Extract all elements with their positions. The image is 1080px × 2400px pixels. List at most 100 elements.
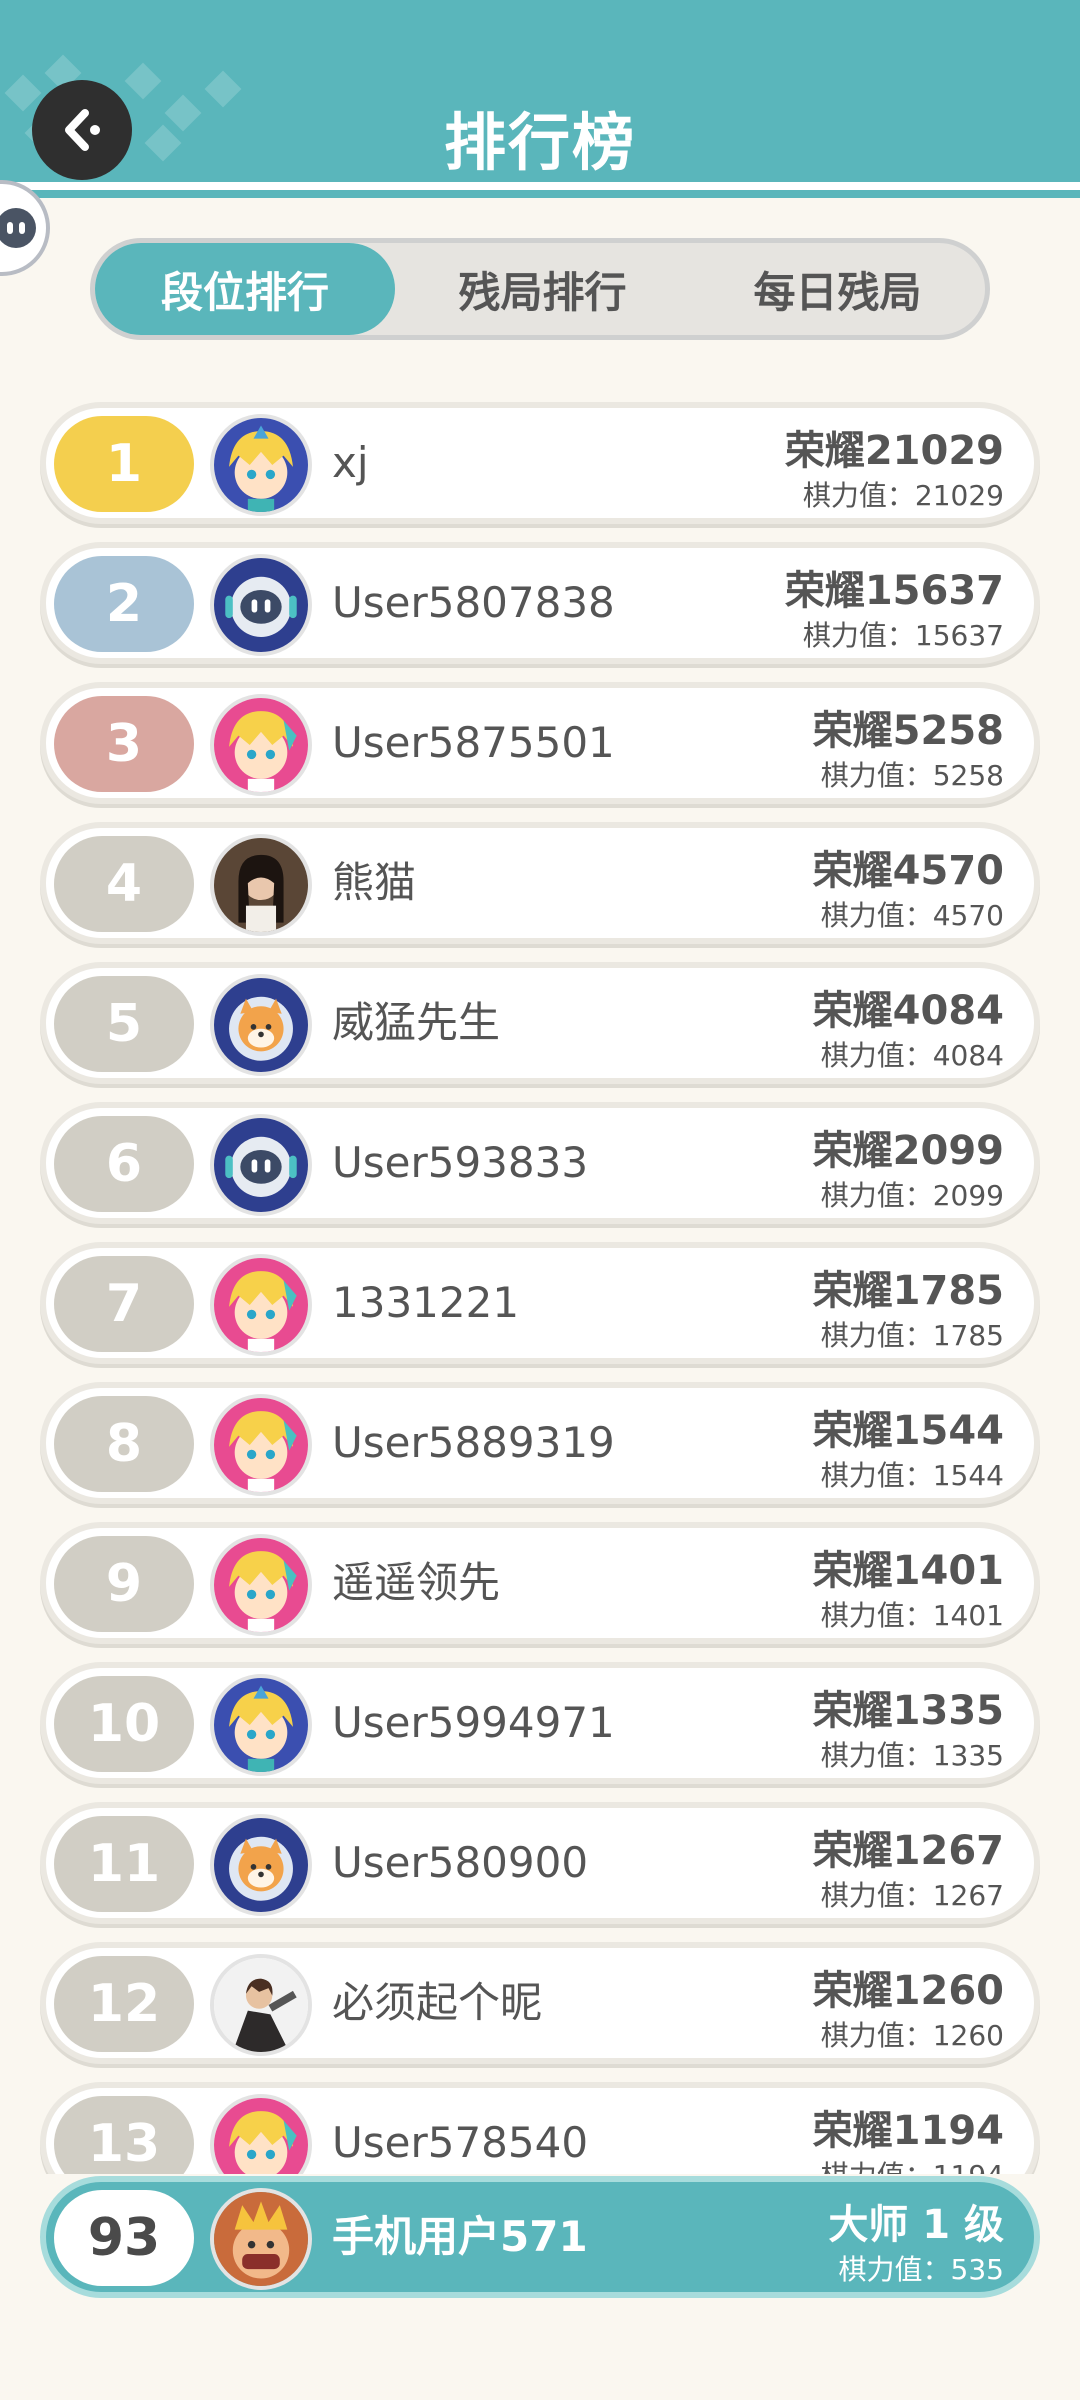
username: xj [332, 438, 369, 487]
username: 必须起个昵 [332, 1978, 543, 2027]
chess-power-value: 棋力值：1194 [821, 2154, 1004, 2174]
chess-power-value: 棋力值：1267 [820, 1879, 1004, 1912]
leaderboard-row[interactable]: 8 User5889319 荣耀1544 棋力值：1544 [40, 1382, 1040, 1504]
username: User580900 [332, 1838, 589, 1887]
username: 1331221 [332, 1278, 520, 1327]
blonde-girl-blue-avatar-icon [214, 418, 308, 512]
page-title: 排行榜 [443, 106, 636, 179]
leaderboard-row[interactable]: 6 User593833 荣耀2099 棋力值：2099 [40, 1102, 1040, 1224]
user-avatar[interactable] [210, 1534, 312, 1636]
leaderboard-row[interactable]: 11 User580900 荣耀1267 棋力值：1267 [40, 1802, 1040, 1924]
shiba-dog-avatar-icon [214, 1818, 308, 1912]
honor-score: 荣耀1401 [812, 1548, 1004, 1594]
username: User5889319 [332, 1418, 615, 1467]
honor-score: 荣耀15637 [784, 568, 1004, 614]
blonde-girl-pink-avatar-icon [214, 2098, 308, 2174]
leaderboard-row[interactable]: 9 遥遥领先 荣耀1401 棋力值：1401 [40, 1522, 1040, 1644]
leaderboard-row[interactable]: 7 1331221 荣耀1785 棋力值：1785 [40, 1242, 1040, 1364]
rank-badge: 13 [54, 2096, 194, 2174]
rank-badge: 1 [54, 416, 194, 512]
rank-badge: 12 [54, 1956, 194, 2052]
chess-power-value: 棋力值：4570 [820, 899, 1004, 932]
honor-score: 荣耀4084 [812, 988, 1004, 1034]
user-avatar[interactable] [210, 2094, 312, 2174]
chess-power-value: 棋力值：15637 [802, 619, 1004, 652]
leaderboard-row[interactable]: 3 User5875501 荣耀5258 棋力值：5258 [40, 682, 1040, 804]
user-avatar[interactable] [210, 974, 312, 1076]
chess-power-value: 棋力值：21029 [802, 479, 1004, 512]
username: 遥遥领先 [332, 1558, 501, 1607]
rank-badge: 2 [54, 556, 194, 652]
header-divider-accent [0, 190, 1080, 198]
leaderboard-row[interactable]: 13 User578540 荣耀1194棋力值：1194 [40, 2082, 1040, 2174]
rank-badge: 4 [54, 836, 194, 932]
user-avatar[interactable] [210, 554, 312, 656]
tab-endgame-ranking[interactable]: 残局排行 [395, 243, 690, 335]
rank-badge: 3 [54, 696, 194, 792]
rank-badge: 10 [54, 1676, 194, 1772]
leaderboard-row[interactable]: 5 威猛先生 荣耀4084 棋力值：4084 [40, 962, 1040, 1084]
honor-score: 荣耀5258 [812, 708, 1004, 754]
robot-avatar-icon [214, 1118, 308, 1212]
rank-badge: 6 [54, 1116, 194, 1212]
assistant-face-icon [0, 208, 36, 248]
chess-power-value: 棋力值：1401 [820, 1599, 1004, 1632]
anime-character-avatar-icon [214, 1958, 308, 2052]
username: User578540 [332, 2118, 589, 2167]
photo-avatar-icon [214, 838, 308, 932]
rank-badge: 5 [54, 976, 194, 1072]
user-avatar[interactable] [210, 1114, 312, 1216]
tab-daily-endgame[interactable]: 每日残局 [690, 243, 985, 335]
honor-score: 荣耀4570 [812, 848, 1004, 894]
my-rank-bar[interactable]: 93 手机用户571 大师 1 级 棋力值：535 [40, 2176, 1040, 2298]
chess-power-value: 棋力值：2099 [820, 1179, 1004, 1212]
user-avatar[interactable] [210, 1814, 312, 1916]
chess-power-value: 棋力值：1335 [820, 1739, 1004, 1772]
tab-bar: 段位排行 残局排行 每日残局 [90, 238, 990, 340]
honor-score: 荣耀1267 [812, 1828, 1004, 1874]
username: User593833 [332, 1138, 589, 1187]
chess-power-value: 棋力值：5258 [820, 759, 1004, 792]
chess-power-value: 棋力值：4084 [820, 1039, 1004, 1072]
leaderboard-row[interactable]: 4 熊猫 荣耀4570 棋力值：4570 [40, 822, 1040, 944]
rank-badge: 7 [54, 1256, 194, 1352]
chess-power-value: 棋力值：1260 [820, 2019, 1004, 2052]
username: User5875501 [332, 718, 615, 767]
blonde-girl-pink-avatar-icon [214, 1398, 308, 1492]
shiba-dog-avatar-icon [214, 978, 308, 1072]
tab-rank-by-tier[interactable]: 段位排行 [95, 243, 395, 335]
my-username: 手机用户571 [332, 2212, 588, 2261]
my-rank-number: 93 [54, 2190, 194, 2286]
user-avatar[interactable] [210, 1254, 312, 1356]
honor-score: 荣耀21029 [784, 428, 1004, 474]
rank-badge: 9 [54, 1536, 194, 1632]
user-avatar[interactable] [210, 694, 312, 796]
user-avatar[interactable] [210, 1394, 312, 1496]
king-avatar-icon [214, 2192, 308, 2286]
header-divider [0, 182, 1080, 190]
chess-power-value: 棋力值：1544 [820, 1459, 1004, 1492]
blonde-girl-pink-avatar-icon [214, 698, 308, 792]
back-arrow-icon [65, 109, 100, 151]
user-avatar[interactable] [210, 414, 312, 516]
leaderboard-row[interactable]: 1 xj 荣耀21029 棋力值：21029 [40, 402, 1040, 524]
honor-score: 荣耀1335 [812, 1688, 1004, 1734]
username: 威猛先生 [332, 998, 501, 1047]
back-button[interactable] [32, 80, 132, 180]
rank-badge: 11 [54, 1816, 194, 1912]
chess-power-value: 棋力值：1785 [820, 1319, 1004, 1352]
leaderboard-row[interactable]: 2 User5807838 荣耀15637 棋力值：15637 [40, 542, 1040, 664]
user-avatar[interactable] [210, 834, 312, 936]
honor-score: 荣耀1785 [812, 1268, 1004, 1314]
blonde-girl-pink-avatar-icon [214, 1258, 308, 1352]
leaderboard-row[interactable]: 12 必须起个昵 荣耀1260 棋力值：1260 [40, 1942, 1040, 2064]
honor-score: 荣耀1544 [812, 1408, 1004, 1454]
leaderboard-row[interactable]: 10 User5994971 荣耀1335 棋力值：1335 [40, 1662, 1040, 1784]
leaderboard-list[interactable]: 1 xj 荣耀21029 棋力值：21029 2 User5807838 荣耀15637 棋力… [40, 402, 1040, 2174]
user-avatar[interactable] [210, 1954, 312, 2056]
username: User5807838 [332, 578, 615, 627]
user-avatar[interactable] [210, 1674, 312, 1776]
my-avatar [210, 2188, 312, 2290]
blonde-girl-pink-avatar-icon [214, 1538, 308, 1632]
username: User5994971 [332, 1698, 615, 1747]
